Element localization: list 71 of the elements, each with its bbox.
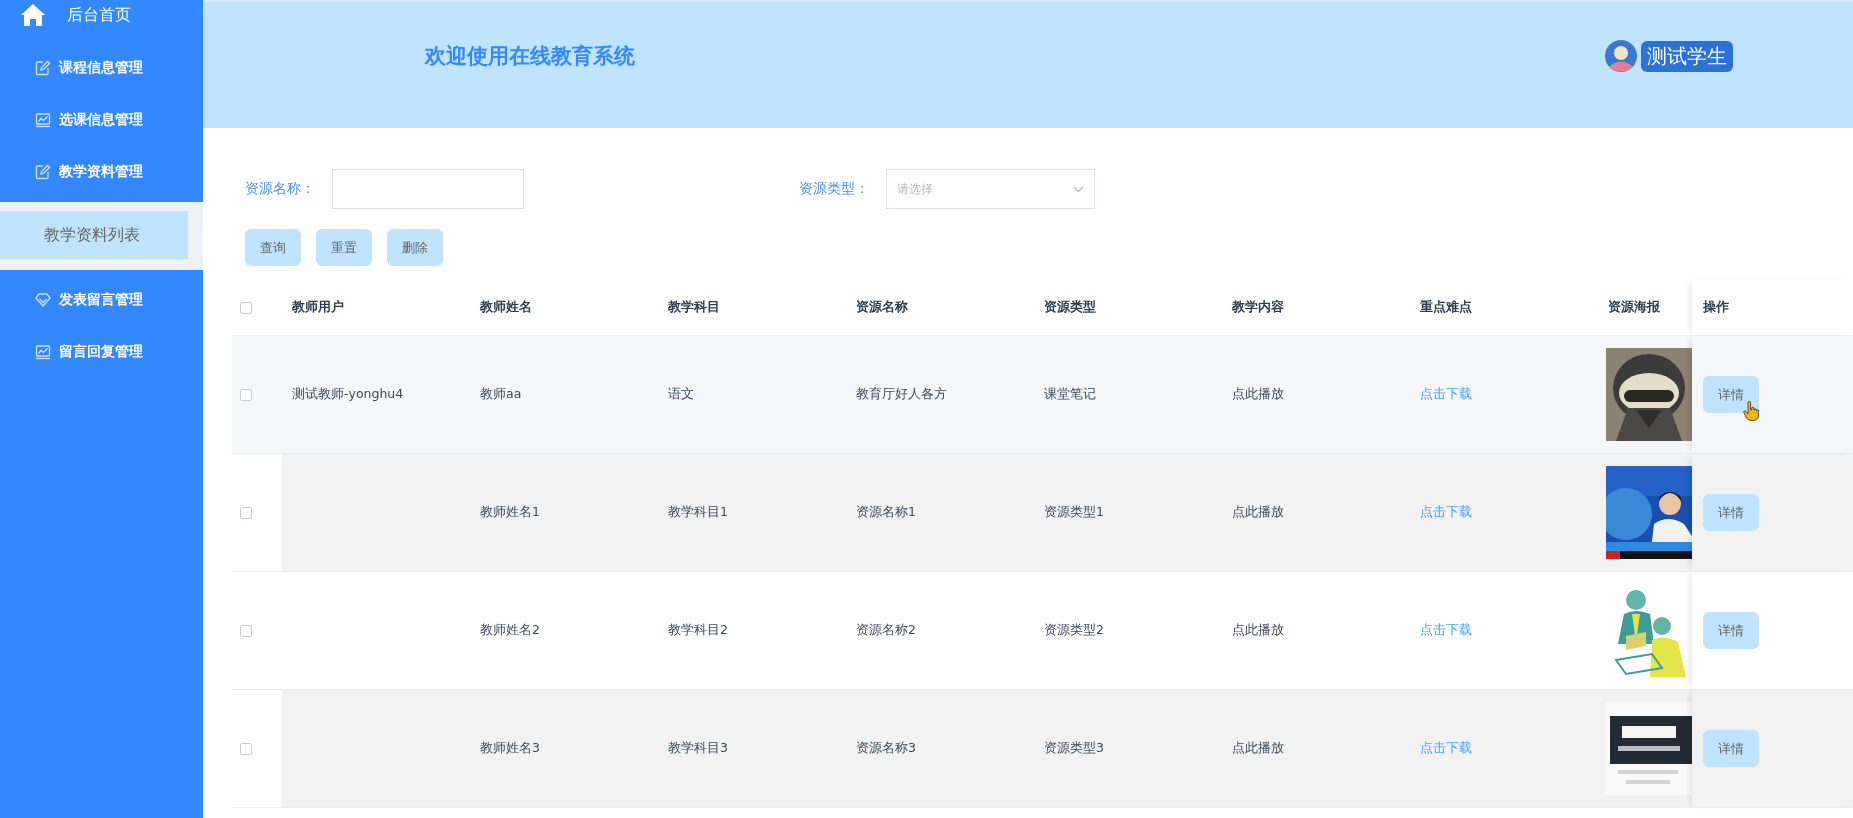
field-label: 资源名称： [245, 180, 315, 198]
menu-item[interactable]: 教学资料管理 [0, 146, 203, 198]
details-button[interactable]: 详情 [1703, 730, 1759, 767]
home-icon [20, 3, 46, 27]
action-button[interactable]: 查询 [245, 229, 301, 266]
table-cell: 教育厅好人各方 [856, 386, 947, 403]
column-header: 资源海报 [1608, 299, 1660, 316]
table-cell: 教师aa [480, 386, 522, 403]
play-link[interactable]: 点此播放 [1232, 740, 1284, 757]
column-header: 教师用户 [292, 299, 344, 316]
table-row[interactable]: 教师姓名2 教学科目2 资源名称2 资源类型2 点此播放 点击下载 详情 [232, 572, 1853, 690]
home-link[interactable]: 后台首页 [67, 4, 131, 26]
action-button[interactable]: 重置 [316, 229, 372, 266]
menu-item[interactable]: 选课信息管理 [0, 94, 203, 146]
column-header: 教师姓名 [480, 299, 532, 316]
menu-item[interactable]: 发表留言管理 [0, 274, 203, 326]
download-link[interactable]: 点击下载 [1420, 504, 1472, 521]
table-cell: 教学科目3 [668, 740, 728, 757]
chart-icon [35, 344, 51, 360]
column-header: 教学内容 [1232, 299, 1284, 316]
play-link[interactable]: 点此播放 [1232, 622, 1284, 639]
table-row[interactable]: 教师姓名1 教学科目1 资源名称1 资源类型1 点此播放 点击下载 详情 [232, 454, 1853, 572]
column-header: 重点难点 [1420, 299, 1472, 316]
table-cell: 测试教师-yonghu4 [292, 386, 404, 403]
checkbox[interactable] [240, 506, 252, 519]
table-row[interactable]: 教师姓名3 教学科目3 资源名称3 资源类型3 点此播放 点击下载 详情 [232, 690, 1853, 808]
table-cell: 课堂笔记 [1044, 386, 1096, 403]
table-cell: 教学科目2 [668, 622, 728, 639]
avatar [1605, 40, 1637, 72]
checkbox[interactable] [240, 742, 252, 755]
table-cell: 资源名称3 [856, 740, 916, 757]
column-header: 资源类型 [1044, 299, 1096, 316]
download-link[interactable]: 点击下载 [1420, 740, 1472, 757]
table-cell: 资源名称1 [856, 504, 916, 521]
details-button[interactable]: 详情 [1703, 494, 1759, 531]
field-label: 资源类型： [799, 180, 869, 198]
column-header: 操作 [1703, 299, 1729, 316]
play-link[interactable]: 点此播放 [1232, 386, 1284, 403]
chevron-down-icon [1073, 185, 1084, 193]
column-header: 教学科目 [668, 299, 720, 316]
input-field[interactable] [332, 169, 524, 209]
table-cell: 教师姓名1 [480, 504, 540, 521]
chart-icon [35, 112, 51, 128]
download-link[interactable]: 点击下载 [1420, 622, 1472, 639]
user-name[interactable]: 测试学生 [1641, 40, 1733, 72]
action-button[interactable]: 删除 [387, 229, 443, 266]
table-cell: 资源类型1 [1044, 504, 1104, 521]
table-cell: 资源类型3 [1044, 740, 1104, 757]
menu-item[interactable]: 留言回复管理 [0, 326, 203, 378]
edit-icon [35, 60, 51, 76]
table-row[interactable]: 测试教师-yonghu4 教师aa 语文 教育厅好人各方 课堂笔记 点此播放 点击下载 详情 [232, 336, 1853, 454]
checkbox[interactable] [240, 388, 252, 401]
column-header: 资源名称 [856, 299, 908, 316]
table-cell: 教师姓名3 [480, 740, 540, 757]
hand-cursor-icon [1743, 401, 1759, 421]
download-link[interactable]: 点击下载 [1420, 386, 1472, 403]
table-cell: 教学科目1 [668, 504, 728, 521]
details-button[interactable]: 详情 [1703, 376, 1759, 413]
table-cell: 资源类型2 [1044, 622, 1104, 639]
submenu-item[interactable]: 教学资料列表 [0, 211, 188, 259]
details-button[interactable]: 详情 [1703, 612, 1759, 649]
table-cell: 语文 [668, 386, 694, 403]
page-title: 欢迎使用在线教育系统 [425, 43, 635, 70]
edit-icon [35, 164, 51, 180]
checkbox[interactable] [240, 624, 252, 637]
menu-item[interactable]: 课程信息管理 [0, 42, 203, 94]
checkbox[interactable] [240, 301, 252, 314]
table-cell: 资源名称2 [856, 622, 916, 639]
play-link[interactable]: 点此播放 [1232, 504, 1284, 521]
diamond-icon [35, 292, 51, 308]
table-cell: 教师姓名2 [480, 622, 540, 639]
